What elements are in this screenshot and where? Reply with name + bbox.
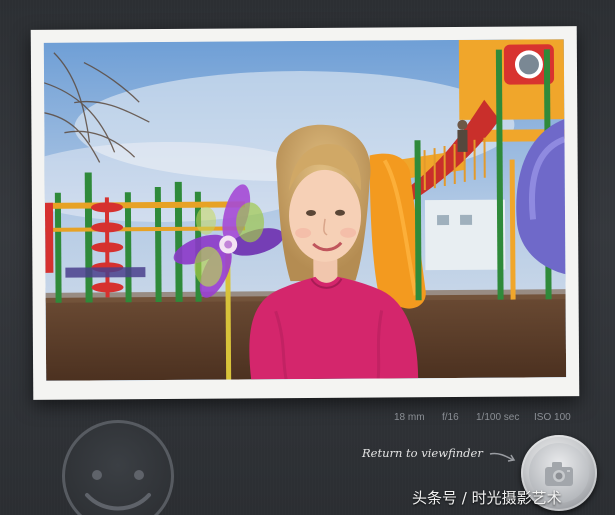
watermark-text: 头条号 / 时光摄影艺术 (412, 489, 562, 507)
photo-image (43, 39, 567, 381)
shutter-speed: 1/100 sec (476, 412, 520, 423)
photo-viewer-screen: 18 mm f/16 1/100 sec ISO 100 Return to v… (0, 0, 615, 515)
photo-preview[interactable] (43, 39, 567, 381)
return-to-viewfinder-label: Return to viewfinder (362, 446, 483, 460)
smiley-face-button[interactable] (62, 420, 174, 515)
curved-arrow-icon (489, 452, 516, 462)
iso: ISO 100 (534, 412, 571, 423)
aperture: f/16 (442, 412, 459, 423)
smiley-face-icon (85, 470, 151, 511)
focal-length: 18 mm (394, 412, 425, 423)
photo-frame (30, 26, 580, 400)
